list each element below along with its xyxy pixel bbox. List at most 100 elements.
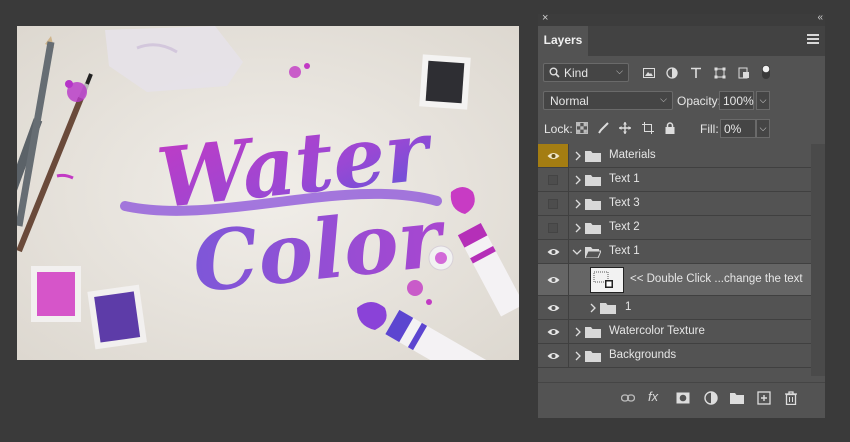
layer-name: Text 1: [609, 244, 640, 257]
tab-layers[interactable]: Layers: [538, 26, 588, 56]
chevron-right-icon[interactable]: [588, 303, 598, 313]
layers-list: Materials Text 1 Text 3 Text 2 Text 1 <<…: [538, 144, 811, 376]
watercolor-artwork: Water Color: [17, 26, 519, 360]
eye-icon: [547, 152, 560, 159]
type-filter-icon[interactable]: [690, 67, 702, 79]
chevron-right-icon[interactable]: [573, 199, 583, 209]
lock-label: Lock:: [544, 122, 573, 136]
filter-kind-select[interactable]: Kind ⌵: [543, 63, 629, 82]
new-layer-icon[interactable]: [757, 391, 771, 405]
lock-image-icon[interactable]: [598, 122, 610, 134]
visibility-toggle[interactable]: [538, 168, 569, 191]
layer-name: << Double Click ...change the text: [630, 272, 803, 285]
blend-row: Normal ⌵ Opacity: 100% ⌵: [538, 89, 825, 113]
hidden-visibility-box: [548, 198, 558, 209]
layers-bottom-bar: fx: [538, 382, 825, 413]
opacity-label: Opacity:: [677, 94, 722, 108]
lock-artboard-icon[interactable]: [642, 122, 654, 134]
fx-icon[interactable]: fx: [648, 389, 658, 404]
filter-toggle-icon[interactable]: [761, 64, 771, 80]
shape-filter-icon[interactable]: [714, 67, 726, 79]
eye-icon: [547, 304, 560, 311]
open-folder-icon: [585, 246, 601, 258]
layer-row[interactable]: Text 3: [538, 192, 811, 216]
image-filter-icon[interactable]: [643, 67, 655, 79]
folder-icon: [585, 174, 601, 186]
visibility-toggle[interactable]: [538, 344, 569, 367]
layer-thumbnail: [590, 267, 624, 293]
opacity-dropdown[interactable]: ⌵: [756, 91, 770, 110]
folder-icon: [585, 326, 601, 338]
panel-tabbar: Layers: [538, 26, 825, 56]
search-icon: [549, 67, 560, 78]
layer-row[interactable]: Text 2: [538, 216, 811, 240]
panel-menu-icon[interactable]: [807, 34, 819, 45]
layer-name: Text 1: [609, 172, 640, 185]
layer-name: Materials: [609, 148, 656, 161]
lock-row: Lock: Fill: 0% ⌵: [538, 116, 825, 140]
folder-icon: [585, 222, 601, 234]
layer-name: Watercolor Texture: [609, 324, 705, 337]
chevron-down-icon: ⌵: [660, 94, 667, 104]
layer-row[interactable]: Materials: [538, 144, 811, 168]
eye-icon: [547, 248, 560, 255]
folder-icon: [585, 198, 601, 210]
eye-icon: [547, 328, 560, 335]
delete-layer-icon[interactable]: [784, 391, 798, 405]
document-canvas[interactable]: Water Color: [17, 26, 519, 360]
layer-row[interactable]: Backgrounds: [538, 344, 811, 368]
link-layers-icon[interactable]: [621, 391, 635, 405]
layer-row[interactable]: Text 1: [538, 168, 811, 192]
chevron-right-icon[interactable]: [573, 151, 583, 161]
lock-transparent-icon[interactable]: [576, 122, 588, 134]
filter-kind-label: Kind: [564, 66, 589, 80]
filter-row: Kind ⌵: [538, 59, 825, 87]
chevron-right-icon[interactable]: [573, 175, 583, 185]
panel-top-strip: × «: [538, 12, 825, 26]
blend-mode-select[interactable]: Normal ⌵: [543, 91, 673, 110]
fill-dropdown[interactable]: ⌵: [756, 119, 770, 138]
eye-icon: [547, 276, 560, 283]
layer-row[interactable]: 1: [538, 296, 811, 320]
layer-row[interactable]: Text 1: [538, 240, 811, 264]
close-icon[interactable]: ×: [542, 12, 548, 24]
layers-panel: × « Layers Kind ⌵ Normal ⌵ Opacity: 100%…: [538, 12, 825, 418]
opacity-field[interactable]: 100%: [719, 91, 754, 110]
chevron-down-icon: ⌵: [616, 66, 623, 76]
add-mask-icon[interactable]: [676, 391, 690, 405]
layer-name: 1: [625, 300, 632, 313]
collapse-panel-icon[interactable]: «: [817, 12, 822, 23]
hidden-visibility-box: [548, 222, 558, 233]
fill-field[interactable]: 0%: [720, 119, 756, 138]
chevron-right-icon[interactable]: [573, 351, 583, 361]
visibility-toggle[interactable]: [538, 192, 569, 215]
lock-all-icon[interactable]: [664, 122, 676, 134]
visibility-toggle[interactable]: [538, 320, 569, 343]
smart-object-thumbnail-icon: [593, 271, 613, 288]
visibility-toggle[interactable]: [538, 296, 569, 319]
folder-icon: [585, 150, 601, 162]
visibility-toggle[interactable]: [538, 240, 569, 263]
chevron-right-icon[interactable]: [573, 327, 583, 337]
eye-icon: [547, 352, 560, 359]
layer-name: Backgrounds: [609, 348, 677, 361]
adjustment-layer-icon[interactable]: [704, 391, 718, 405]
visibility-toggle[interactable]: [538, 144, 569, 167]
lock-position-icon[interactable]: [619, 122, 631, 134]
layer-name: Text 2: [609, 220, 640, 233]
visibility-toggle[interactable]: [538, 264, 569, 295]
hidden-visibility-box: [548, 174, 558, 185]
blend-mode-value: Normal: [550, 94, 589, 108]
smart-object-filter-icon[interactable]: [738, 67, 750, 79]
chevron-down-icon[interactable]: [572, 247, 582, 257]
fill-label: Fill:: [700, 122, 719, 136]
layers-scrollbar[interactable]: [811, 144, 825, 376]
chevron-right-icon[interactable]: [573, 223, 583, 233]
visibility-toggle[interactable]: [538, 216, 569, 239]
adjustment-filter-icon[interactable]: [666, 67, 678, 79]
folder-icon: [585, 350, 601, 362]
layer-name: Text 3: [609, 196, 640, 209]
layer-row[interactable]: Watercolor Texture: [538, 320, 811, 344]
layer-row-selected[interactable]: << Double Click ...change the text: [538, 264, 811, 296]
new-group-icon[interactable]: [730, 391, 744, 405]
